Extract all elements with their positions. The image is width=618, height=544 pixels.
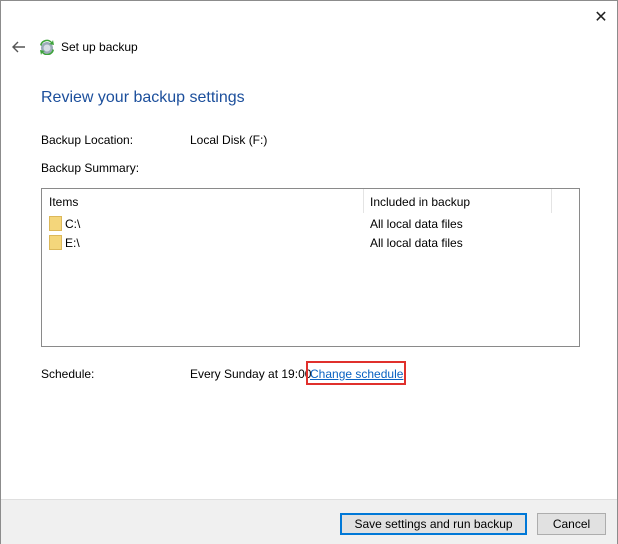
cancel-button[interactable]: Cancel bbox=[537, 513, 606, 535]
list-header: Items Included in backup bbox=[42, 189, 579, 213]
schedule-label: Schedule: bbox=[41, 367, 95, 381]
back-arrow-icon bbox=[12, 41, 25, 53]
dialog-footer: Save settings and run backup Cancel bbox=[1, 499, 617, 544]
item-included: All local data files bbox=[370, 217, 463, 231]
window-title: Set up backup bbox=[61, 40, 138, 54]
backup-app-icon bbox=[40, 39, 54, 55]
backup-location-label: Backup Location: bbox=[41, 133, 134, 147]
item-name: E:\ bbox=[65, 236, 80, 250]
schedule-value: Every Sunday at 19:00 bbox=[190, 367, 312, 381]
backup-location-value: Local Disk (F:) bbox=[190, 133, 268, 147]
backup-summary-list[interactable]: Items Included in backup C:\ All local d… bbox=[41, 188, 580, 347]
item-included: All local data files bbox=[370, 236, 463, 250]
change-schedule-link[interactable]: Change schedule bbox=[310, 367, 403, 381]
column-header-included[interactable]: Included in backup bbox=[370, 195, 470, 209]
item-name: C:\ bbox=[65, 217, 81, 231]
back-button[interactable] bbox=[9, 37, 29, 57]
column-divider[interactable] bbox=[551, 189, 552, 213]
backup-dialog: ✕ Set up backup Review your backup setti… bbox=[0, 0, 618, 544]
list-item[interactable]: E:\ All local data files bbox=[42, 234, 579, 253]
page-heading: Review your backup settings bbox=[41, 89, 245, 106]
column-header-items[interactable]: Items bbox=[49, 195, 78, 209]
close-button[interactable]: ✕ bbox=[589, 7, 613, 27]
backup-summary-label: Backup Summary: bbox=[41, 161, 140, 175]
column-divider[interactable] bbox=[363, 189, 364, 213]
list-item[interactable]: C:\ All local data files bbox=[42, 215, 579, 234]
save-and-run-button[interactable]: Save settings and run backup bbox=[340, 513, 527, 535]
folder-icon bbox=[49, 235, 62, 250]
folder-icon bbox=[49, 216, 62, 231]
close-icon: ✕ bbox=[594, 9, 608, 26]
